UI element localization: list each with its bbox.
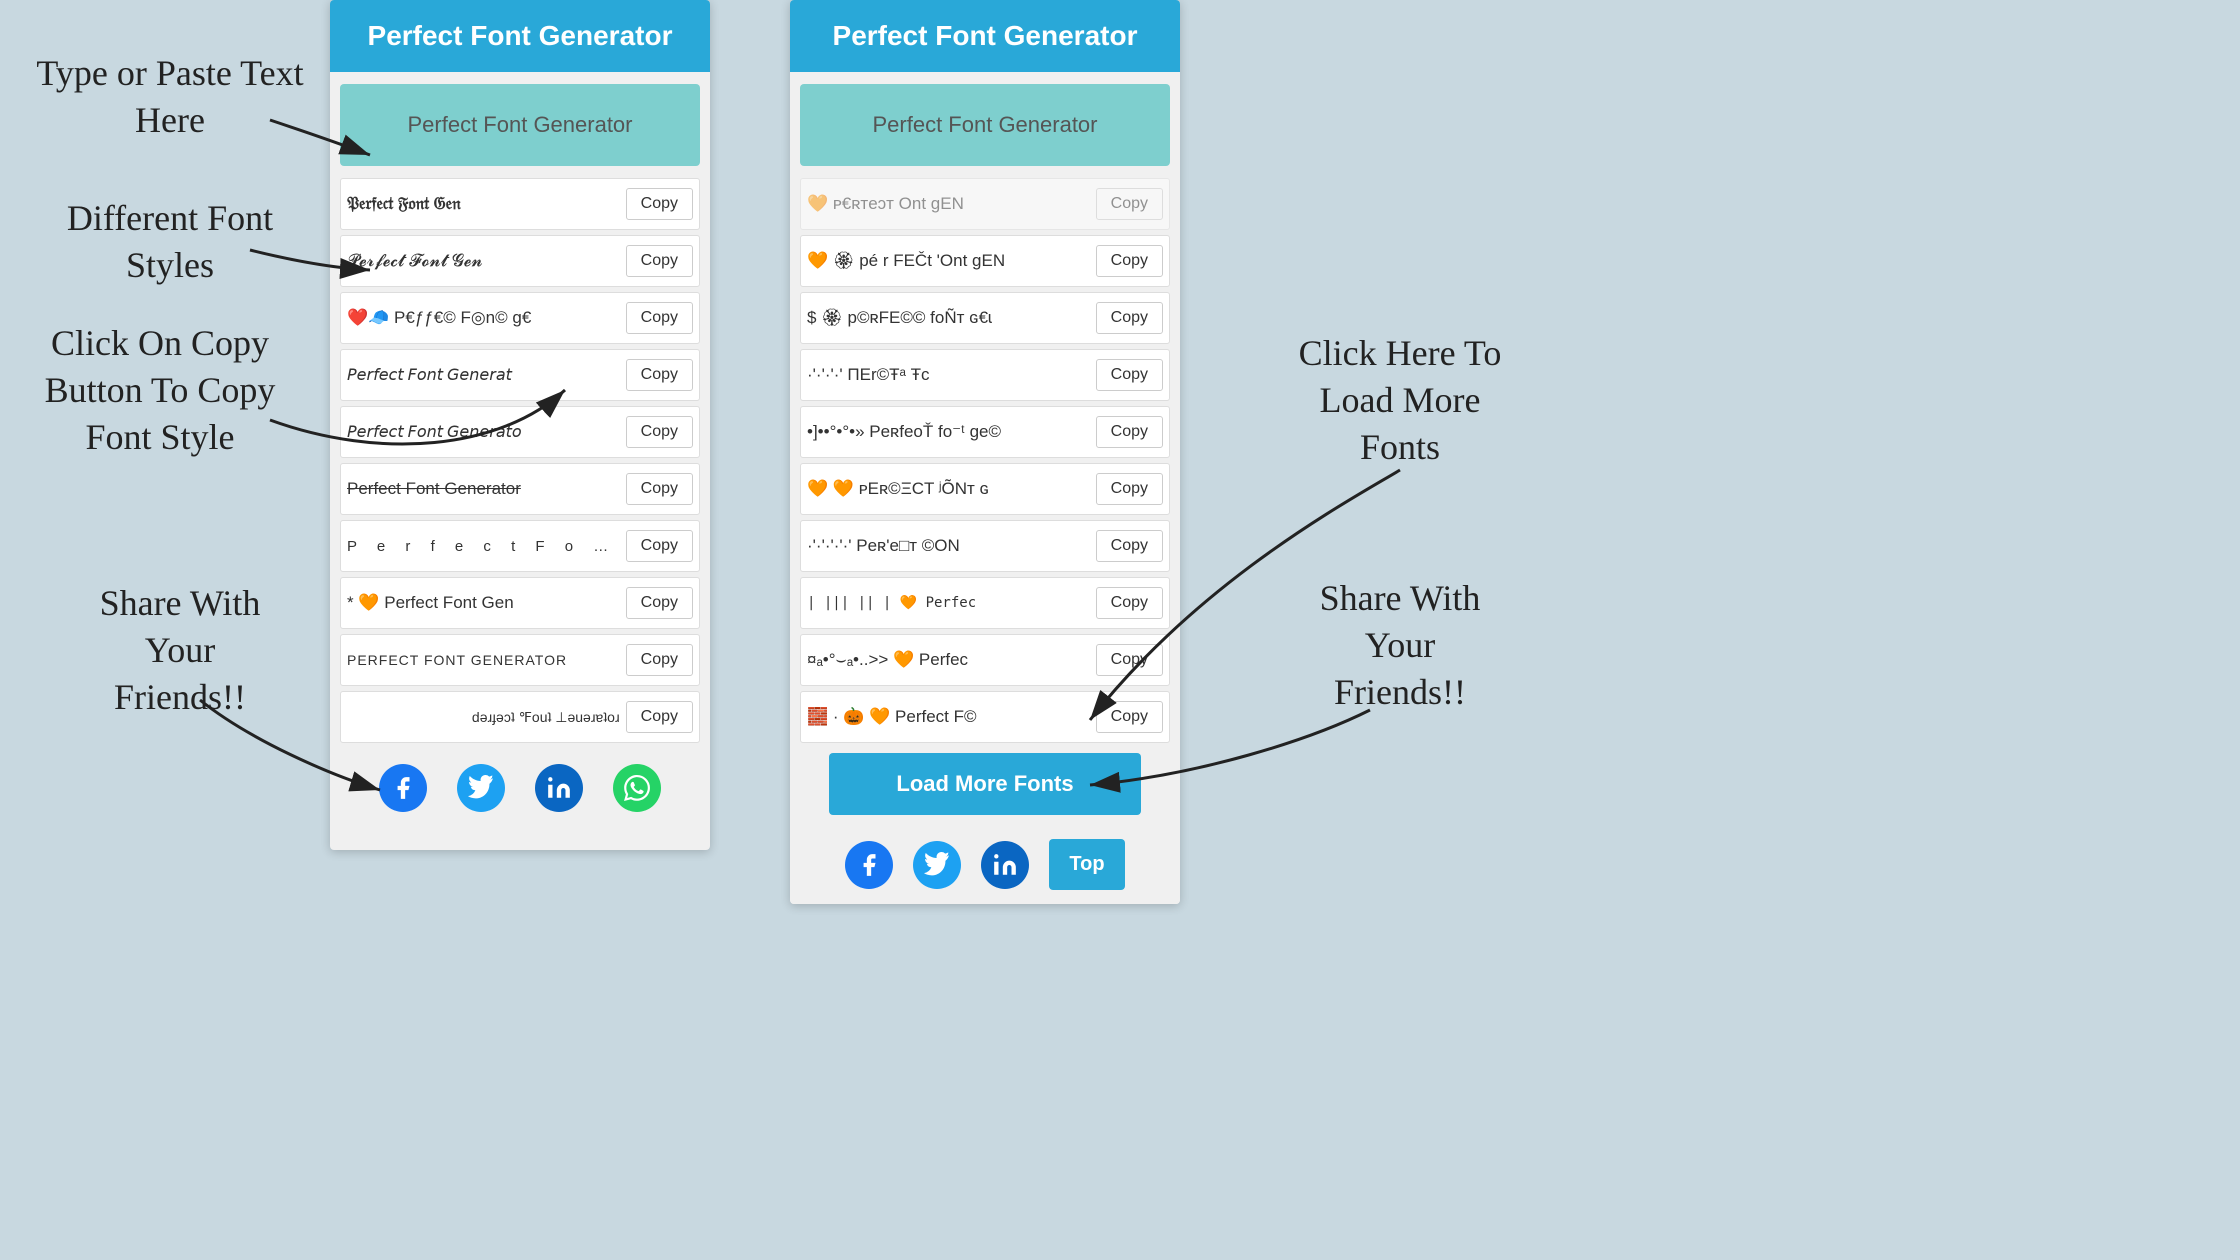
font-text-7: P e r f e c t F o n t — [347, 538, 626, 555]
right-copy-button-8[interactable]: Copy — [1096, 644, 1163, 676]
right-copy-button-6[interactable]: Copy — [1096, 530, 1163, 562]
annotation-diff-fonts: Different FontStyles — [30, 195, 310, 289]
right-font-text-4: •]••°•°•» PeʀfeoŤ fo⁻ᵗ ge© — [807, 422, 1096, 442]
right-copy-button-3[interactable]: Copy — [1096, 359, 1163, 391]
font-row-3: ❤️🧢 P€ƒƒ€© F◎n© g€ Copy — [340, 292, 700, 344]
right-copy-button-5[interactable]: Copy — [1096, 473, 1163, 505]
right-panel-header: Perfect Font Generator — [790, 0, 1180, 72]
right-font-text-2: $ 🏵 p©ʀFE©© foÑт ɢ€ɩ — [807, 308, 1096, 328]
right-copy-button-7[interactable]: Copy — [1096, 587, 1163, 619]
font-row-7: P e r f e c t F o n t Copy — [340, 520, 700, 572]
copy-button-2[interactable]: Copy — [626, 245, 693, 277]
right-font-row-2: $ 🏵 p©ʀFE©© foÑт ɢ€ɩ Copy — [800, 292, 1170, 344]
text-input[interactable]: Perfect Font Generator — [340, 84, 700, 166]
font-text-8: * 🧡 Perfect Font Gen — [347, 593, 626, 613]
right-copy-button-2[interactable]: Copy — [1096, 302, 1163, 334]
right-copy-button-0[interactable]: Copy — [1096, 188, 1163, 220]
right-font-row-0: 🧡 ᴘ€ʀтeɔт Ont gEN Copy — [800, 178, 1170, 230]
twitter-icon-right[interactable] — [913, 841, 961, 889]
right-font-text-3: ·'·'·'·' ΠEr©Ŧᵃ Ŧc — [807, 365, 1096, 385]
right-text-input[interactable]: Perfect Font Generator — [800, 84, 1170, 166]
font-row-8: * 🧡 Perfect Font Gen Copy — [340, 577, 700, 629]
font-text-3: ❤️🧢 P€ƒƒ€© F◎n© g€ — [347, 308, 626, 328]
right-font-text-1: 🧡 🏵 pé r FEČt 'Ont gEN — [807, 251, 1096, 271]
social-bar-left — [330, 748, 710, 828]
facebook-icon-right[interactable] — [845, 841, 893, 889]
load-more-button[interactable]: Load More Fonts — [829, 753, 1141, 815]
font-text-2: 𝓟𝓮𝓻𝓯𝓮𝓬𝓽 𝓕𝓸𝓷𝓽 𝓖𝓮𝓷 — [347, 251, 626, 271]
font-row-5: 𝘗𝘦𝘳𝘧𝘦𝘤𝘵 𝘍𝘰𝘯𝘵 𝘎𝘦𝘯𝘦𝘳𝘢𝘵𝘰 Copy — [340, 406, 700, 458]
facebook-icon-left[interactable] — [379, 764, 427, 812]
font-text-10: ɹoʇɐɹǝuǝ⊥ ʇuo℉ ʇɔǝɟɹǝd — [347, 709, 626, 726]
font-text-1: 𝔓𝔢𝔯𝔣𝔢𝔠𝔱 𝔉𝔬𝔫𝔱 𝔊𝔢𝔫 — [347, 194, 626, 214]
linkedin-icon-left[interactable] — [535, 764, 583, 812]
top-button[interactable]: Top — [1049, 839, 1124, 890]
whatsapp-icon-left[interactable] — [613, 764, 661, 812]
annotation-share-right: Share WithYourFriends!! — [1270, 575, 1530, 715]
font-row-10: ɹoʇɐɹǝuǝ⊥ ʇuo℉ ʇɔǝɟɹǝd Copy — [340, 691, 700, 743]
copy-button-1[interactable]: Copy — [626, 188, 693, 220]
font-text-5: 𝘗𝘦𝘳𝘧𝘦𝘤𝘵 𝘍𝘰𝘯𝘵 𝘎𝘦𝘯𝘦𝘳𝘢𝘵𝘰 — [347, 422, 626, 442]
right-font-text-6: ·'·'·'·'·' Peʀ'e□т ©ON — [807, 536, 1096, 556]
twitter-icon-left[interactable] — [457, 764, 505, 812]
copy-button-6[interactable]: Copy — [626, 473, 693, 505]
annotation-share-left: Share WithYourFriends!! — [50, 580, 310, 720]
social-bar-right: Top — [790, 825, 1180, 904]
right-font-row-6: ·'·'·'·'·' Peʀ'e□т ©ON Copy — [800, 520, 1170, 572]
font-row-2: 𝓟𝓮𝓻𝓯𝓮𝓬𝓽 𝓕𝓸𝓷𝓽 𝓖𝓮𝓷 Copy — [340, 235, 700, 287]
copy-button-5[interactable]: Copy — [626, 416, 693, 448]
copy-button-9[interactable]: Copy — [626, 644, 693, 676]
annotation-type-paste: Type or Paste TextHere — [30, 50, 310, 144]
font-row-6: Perfect Font Generator Copy — [340, 463, 700, 515]
annotation-click-copy: Click On CopyButton To CopyFont Style — [10, 320, 310, 460]
left-panel: Perfect Font Generator Perfect Font Gene… — [330, 0, 710, 850]
right-font-row-8: ¤ₐ•°⌣ₐ•..>> 🧡 Perfec Copy — [800, 634, 1170, 686]
right-copy-button-4[interactable]: Copy — [1096, 416, 1163, 448]
font-row-9: PERFECT FONT GENERATOR Copy — [340, 634, 700, 686]
right-font-row-9: 🧱 · 🎃 🧡 Perfect F© Copy — [800, 691, 1170, 743]
font-text-9: PERFECT FONT GENERATOR — [347, 652, 626, 668]
copy-button-3[interactable]: Copy — [626, 302, 693, 334]
right-font-row-4: •]••°•°•» PeʀfeoŤ fo⁻ᵗ ge© Copy — [800, 406, 1170, 458]
right-font-row-3: ·'·'·'·' ΠEr©Ŧᵃ Ŧc Copy — [800, 349, 1170, 401]
right-font-text-9: 🧱 · 🎃 🧡 Perfect F© — [807, 707, 1096, 727]
font-row-1: 𝔓𝔢𝔯𝔣𝔢𝔠𝔱 𝔉𝔬𝔫𝔱 𝔊𝔢𝔫 Copy — [340, 178, 700, 230]
right-font-text-5: 🧡 🧡 ᴩEʀ©ΞCT ʲÕNт ɢ — [807, 479, 1096, 499]
right-font-text-8: ¤ₐ•°⌣ₐ•..>> 🧡 Perfec — [807, 650, 1096, 670]
annotation-click-load: Click Here ToLoad MoreFonts — [1260, 330, 1540, 470]
right-panel: Perfect Font Generator Perfect Font Gene… — [790, 0, 1180, 904]
left-panel-header: Perfect Font Generator — [330, 0, 710, 72]
linkedin-icon-right[interactable] — [981, 841, 1029, 889]
copy-button-10[interactable]: Copy — [626, 701, 693, 733]
right-font-row-5: 🧡 🧡 ᴩEʀ©ΞCT ʲÕNт ɢ Copy — [800, 463, 1170, 515]
copy-button-8[interactable]: Copy — [626, 587, 693, 619]
right-copy-button-1[interactable]: Copy — [1096, 245, 1163, 277]
right-font-row-1: 🧡 🏵 pé r FEČt 'Ont gEN Copy — [800, 235, 1170, 287]
copy-button-7[interactable]: Copy — [626, 530, 693, 562]
font-text-4: 𝘗𝘦𝘳𝘧𝘦𝘤𝘵 𝘍𝘰𝘯𝘵 𝘎𝘦𝘯𝘦𝘳𝘢𝘵 — [347, 365, 626, 385]
font-row-4: 𝘗𝘦𝘳𝘧𝘦𝘤𝘵 𝘍𝘰𝘯𝘵 𝘎𝘦𝘯𝘦𝘳𝘢𝘵 Copy — [340, 349, 700, 401]
right-font-text-7: | ||| || | 🧡 Perfec — [807, 595, 1096, 611]
right-copy-button-9[interactable]: Copy — [1096, 701, 1163, 733]
copy-button-4[interactable]: Copy — [626, 359, 693, 391]
right-font-text-0: 🧡 ᴘ€ʀтeɔт Ont gEN — [807, 194, 1096, 214]
right-font-row-7: | ||| || | 🧡 Perfec Copy — [800, 577, 1170, 629]
font-text-6: Perfect Font Generator — [347, 479, 626, 499]
